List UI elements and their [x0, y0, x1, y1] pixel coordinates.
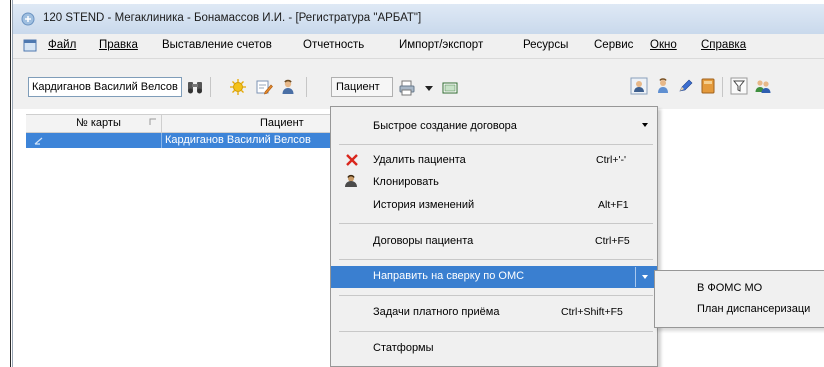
patient-menu-button[interactable]: Пациент	[331, 77, 393, 97]
submenu-arrow-button[interactable]	[635, 267, 653, 287]
menu-import-export[interactable]: Импорт/экспорт	[399, 39, 483, 51]
menu-window[interactable]: Окно	[650, 39, 677, 51]
menu-service[interactable]: Сервис	[594, 39, 633, 51]
toolbar-separator	[722, 77, 723, 97]
window-frame	[10, 0, 11, 367]
person-icon[interactable]	[279, 78, 297, 96]
column-resize-icon[interactable]	[149, 118, 157, 126]
menu-separator	[339, 295, 653, 296]
printer-icon[interactable]	[398, 79, 416, 97]
pencil-icon[interactable]	[677, 77, 695, 95]
menu-separator	[339, 223, 653, 224]
delete-x-icon	[346, 154, 358, 166]
menu-item-statforms[interactable]: Статформы	[331, 338, 657, 360]
menu-billing[interactable]: Выставление счетов	[162, 39, 272, 51]
edit-card-icon[interactable]	[255, 78, 273, 96]
chevron-down-icon[interactable]	[420, 79, 438, 97]
submenu-arrow-icon	[642, 123, 648, 127]
menu-reports[interactable]: Отчетность	[303, 39, 364, 51]
menu-separator	[339, 331, 653, 332]
menu-item-paid-tasks[interactable]: Задачи платного приёма Ctrl+Shift+F5	[331, 302, 657, 324]
patient-card-icon[interactable]	[630, 77, 648, 95]
book-icon[interactable]	[699, 77, 717, 95]
grid-header: № карты Пациент	[26, 114, 336, 133]
menu-item-delete-patient[interactable]: Удалить пациента Ctrl+'-'	[331, 150, 657, 172]
menu-resources[interactable]: Ресурсы	[523, 39, 568, 51]
doctor-icon[interactable]	[654, 77, 672, 95]
chevron-down-icon	[642, 275, 648, 279]
cell-patient: Кардиганов Василий Велсов	[165, 134, 311, 146]
menu-bar: Файл Правка Выставление счетов Отчетност…	[13, 34, 824, 59]
menu-separator	[339, 144, 653, 145]
submenu-item-foms-mo[interactable]: В ФОМС МО	[655, 278, 824, 298]
menu-item-change-history[interactable]: История изменений Alt+F1	[331, 195, 657, 217]
patient-search-input[interactable]: Кардиганов Василий Велсов	[28, 77, 182, 97]
submenu-item-dispensary-plan[interactable]: План диспансеризаци	[655, 299, 824, 319]
app-window: 120 STEND - Мегаклиника - Бонамассов И.И…	[0, 0, 824, 367]
app-logo-icon	[21, 12, 35, 26]
toolbar-separator	[210, 77, 211, 97]
window-form-icon[interactable]	[441, 79, 459, 97]
row-pointer-icon	[34, 137, 43, 145]
column-card-number[interactable]: № карты	[76, 117, 121, 129]
mdi-window-icon[interactable]	[23, 39, 37, 52]
submenu-oms: В ФОМС МО План диспансеризаци	[654, 270, 824, 328]
right-panel	[656, 110, 824, 367]
menu-edit[interactable]: Правка	[99, 39, 138, 51]
sun-icon[interactable]	[229, 78, 247, 96]
window-title: 120 STEND - Мегаклиника - Бонамассов И.И…	[43, 12, 422, 24]
title-bar[interactable]: 120 STEND - Мегаклиника - Бонамассов И.И…	[13, 4, 824, 34]
menu-item-quick-contract[interactable]: Быстрое создание договора	[331, 116, 657, 138]
toolbar: Кардиганов Василий Велсов Пациент	[13, 59, 824, 109]
menu-item-patient-contracts[interactable]: Договоры пациента Ctrl+F5	[331, 231, 657, 253]
context-menu: Быстрое создание договора Удалить пациен…	[330, 106, 658, 367]
menu-item-clone[interactable]: Клонировать	[331, 172, 657, 194]
binoculars-icon[interactable]	[186, 78, 204, 96]
menu-item-oms-reconciliation[interactable]: Направить на сверку по ОМС	[331, 266, 657, 288]
menu-help[interactable]: Справка	[701, 39, 746, 51]
cell-divider	[161, 133, 162, 148]
table-row[interactable]: Кардиганов Василий Велсов	[26, 133, 336, 148]
users-icon[interactable]	[754, 77, 772, 95]
column-divider[interactable]	[161, 115, 162, 132]
menu-file[interactable]: Файл	[48, 39, 76, 51]
toolbar-separator	[306, 77, 307, 97]
person-icon	[345, 174, 357, 187]
menu-separator	[339, 259, 653, 260]
column-patient[interactable]: Пациент	[260, 117, 304, 129]
filter-icon[interactable]	[730, 77, 748, 95]
patient-grid: № карты Пациент Кардиганов Василий Велсо…	[26, 110, 336, 367]
